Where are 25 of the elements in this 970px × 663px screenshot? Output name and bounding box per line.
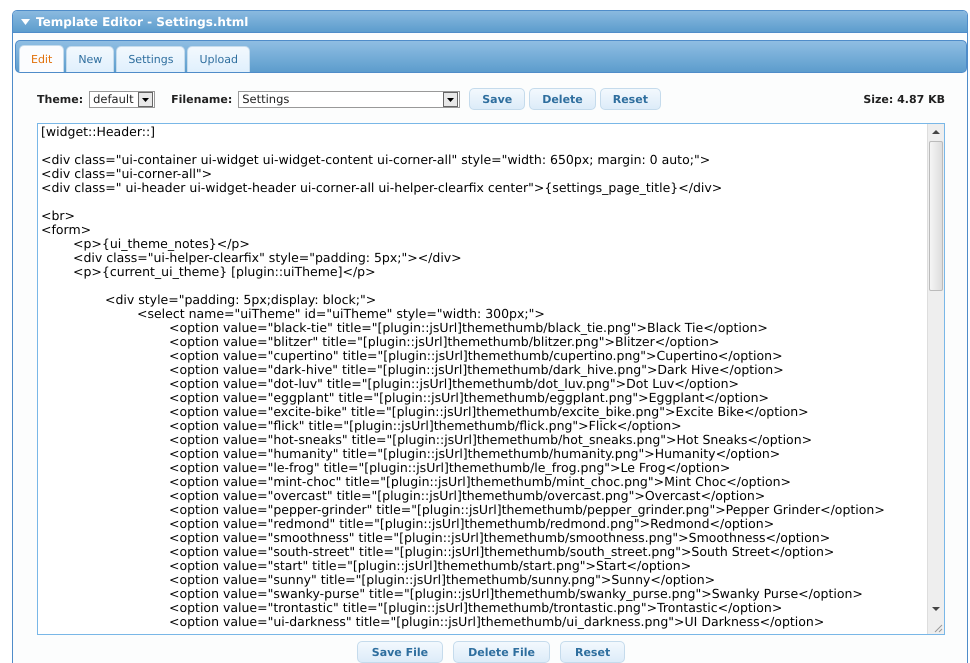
- dropdown-icon: [138, 92, 154, 106]
- toolbar-button[interactable]: Save: [469, 88, 526, 110]
- dropdown-icon: [443, 92, 458, 106]
- scroll-up-icon[interactable]: [932, 129, 940, 135]
- toolbar-button[interactable]: Delete: [529, 88, 596, 110]
- tab[interactable]: New: [66, 46, 114, 72]
- tab[interactable]: Settings: [116, 46, 186, 72]
- tab[interactable]: Upload: [187, 46, 250, 72]
- panel-title: Template Editor - Settings.html: [36, 14, 248, 28]
- file-size: Size: 4.87 KB: [863, 92, 945, 106]
- collapse-icon[interactable]: [21, 18, 30, 24]
- scrollbar[interactable]: [927, 124, 944, 634]
- scroll-down-icon[interactable]: [932, 606, 940, 612]
- tab[interactable]: Edit: [19, 45, 64, 72]
- filename-label: Filename:: [171, 92, 232, 106]
- toolbar-button[interactable]: Reset: [600, 88, 661, 110]
- footer-button[interactable]: Save File: [356, 641, 444, 663]
- code-text: [widget::Header::] <div class="ui-container ui-widget ui-widget-content ui-corner-all" style="width: 650px; margin: 0 auto;"> <div class="ui-corner-all"> <div class=" ui-header ui-widget-header ui-corner-all ui-helper-clearfix center">{settings_page_title}</div> <br> <form> <p>{ui_theme_notes}</p> <div class="ui-helper-clearfix" style="padding: 5px;"></div> <p>{current_ui_theme} [plugin::uiTheme]</p> <div style="padding: 5px;display: block;"> <select name="uiTheme" id="uiTheme" style="width: 300px;"> <option value="black-tie" title="[plugin::jsUrl]themethumb/black_tie.png">Black Tie</option> <option value="blitzer" title="[plugin::jsUrl]themethumb/blitzer.png">Blitzer</option> <option value="cupertino" title="[plugin::jsUrl]themethumb/cupertino.png">Cupertino</option> <option value="dark-hive" title="[plugin::jsUrl]themethumb/dark_hive.png">Dark Hive</option> <option value="dot-luv" title="[plugin::jsUrl]themethumb/dot_luv.png">Dot Luv</option> <option value="eggplant" title="[plugin::jsUrl]themethumb/eggplant.png">Eggplant</option> <option value="excite-bike" title="[plugin::jsUrl]themethumb/excite_bike.png">Excite Bike</option> <option value="flick" title="[plugin::jsUrl]themethumb/flick.png">Flick</option> <option value="hot-sneaks" title="[plugin::jsUrl]themethumb/hot_sneaks.png">Hot Sneaks</option> <option value="humanity" title="[plugin::jsUrl]themethumb/humanity.png">Humanity</option> <option value="le-frog" title="[plugin::jsUrl]themethumb/le_frog.png">Le Frog</option> <option value="mint-choc" title="[plugin::jsUrl]themethumb/mint_choc.png">Mint Choc</option> <option value="overcast" title="[plugin::jsUrl]themethumb/overcast.png">Overcast</option> <option value="pepper-grinder" title="[plugin::jsUrl]themethumb/pepper_grinder.png">Pepper Grinder</option> <option value="redmond" title="[plugin::jsUrl]themethumb/redmond.png">Redmond</option> <option value="smoothness" title="[plugin::jsUrl]themethumb/smoothness.png">Smoothness</option> <option value="south-street" title="[plugin::jsUrl]themethumb/south_street.png">South Street</option> <option value="start" title="[plugin::jsUrl]themethumb/start.png">Start</option> <option value="sunny" title="[plugin::jsUrl]themethumb/sunny.png">Sunny</option> <option value="swanky-purse" title="[plugin::jsUrl]themethumb/swanky_purse.png">Swanky Purse</option> <option value="trontastic" title="[plugin::jsUrl]themethumb/trontastic.png">Trontastic</option> <option value="ui-darkness" title="[plugin::jsUrl]themethumb/ui_darkness.png">UI Darkness</option>: [40, 124, 886, 631]
- footer-button[interactable]: Reset: [560, 641, 626, 663]
- footer-button[interactable]: Delete File: [453, 641, 550, 663]
- theme-label: Theme:: [37, 92, 84, 106]
- filename-select[interactable]: Settings: [238, 90, 460, 108]
- theme-select[interactable]: default: [89, 90, 156, 108]
- scroll-thumb[interactable]: [929, 141, 943, 291]
- resize-grip-icon[interactable]: [933, 623, 943, 633]
